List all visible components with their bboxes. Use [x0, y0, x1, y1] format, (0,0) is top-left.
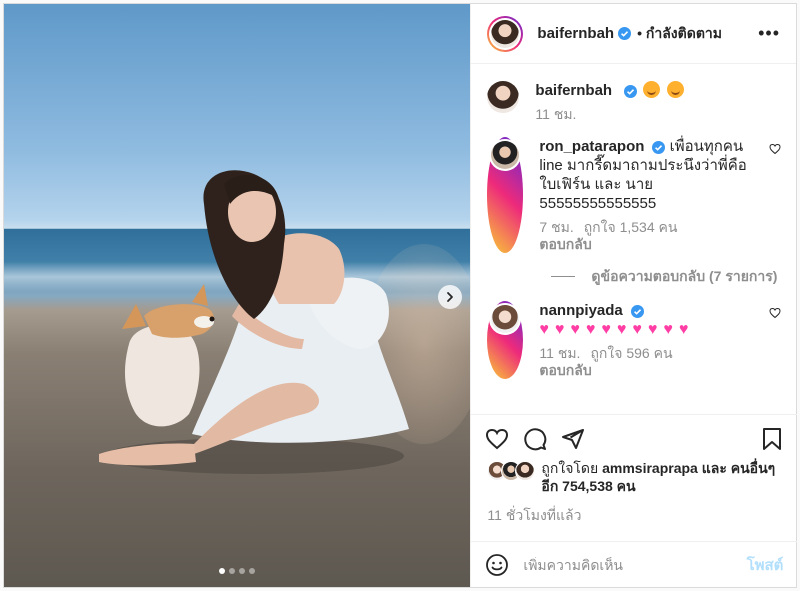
- following-button[interactable]: กำลังติดตาม: [646, 25, 722, 41]
- avatar: [491, 305, 520, 333]
- pink-heart-icon: ♥: [539, 321, 549, 338]
- pink-heart-icon: ♥: [632, 321, 642, 338]
- more-options-button[interactable]: •••: [758, 23, 780, 44]
- carousel-indicator: [219, 568, 255, 574]
- carousel-dot: [219, 568, 225, 574]
- verified-badge-icon: [624, 84, 638, 98]
- post-frame: baifernbah • กำลังติดตาม ••• baifernbah …: [3, 3, 798, 588]
- carousel-dot: [239, 568, 245, 574]
- avatar: [487, 81, 520, 113]
- carousel-dot: [229, 568, 235, 574]
- author-username[interactable]: baifernbah: [537, 25, 614, 42]
- pink-heart-icon: ♥: [678, 321, 689, 338]
- avatar: [515, 461, 536, 481]
- comment-avatar[interactable]: [487, 301, 524, 379]
- post-actions-section: ถูกใจโดย ammsiraprapa และ คนอื่นๆ อีก 75…: [471, 414, 798, 527]
- caption-avatar[interactable]: [487, 81, 520, 123]
- like-comment-icon[interactable]: [769, 307, 781, 319]
- action-bar: [471, 415, 797, 459]
- comment-username[interactable]: nannpiyada: [539, 302, 622, 319]
- avatar: [491, 141, 520, 169]
- follow-status: • กำลังติดตาม: [637, 24, 723, 41]
- liked-by[interactable]: ถูกใจโดย ammsiraprapa และ คนอื่นๆ อีก 75…: [471, 459, 797, 495]
- post-header: baifernbah • กำลังติดตาม •••: [471, 4, 796, 64]
- comments-list[interactable]: baifernbah 11 ชม. ron_patarapon เพื่อนทุ…: [471, 65, 797, 413]
- view-replies-button[interactable]: ดูข้อความตอบกลับ (7 รายการ): [551, 267, 781, 285]
- comment-time: 7 ชม.: [539, 219, 574, 235]
- comment-avatar[interactable]: [487, 137, 524, 253]
- next-photo-button[interactable]: [438, 285, 462, 309]
- chevron-right-icon: [447, 292, 453, 302]
- comment-time: 11 ชม.: [539, 345, 581, 361]
- verified-badge-icon: [618, 27, 632, 40]
- pink-heart-icon: ♥: [663, 321, 673, 338]
- comment-item: nannpiyada ♥ ♥ ♥ ♥ ♥ ♥ ♥ ♥ ♥ ♥ 11 ชม. ถูกใจ 596 คน…: [487, 301, 781, 379]
- reply-button[interactable]: ตอบกลับ: [539, 236, 751, 253]
- liked-by-prefix: ถูกใจโดย: [541, 460, 599, 476]
- pink-heart-icon: ♥: [554, 321, 565, 338]
- story-ring[interactable]: [487, 15, 524, 52]
- liked-by-and: และ: [701, 460, 727, 476]
- divider: [551, 275, 576, 277]
- reply-button[interactable]: ตอบกลับ: [539, 362, 751, 379]
- post-photo[interactable]: [4, 4, 471, 587]
- pink-heart-icon: ♥: [585, 321, 596, 338]
- comment-item: ron_patarapon เพื่อนทุกคน line มากรี๊ดมา…: [487, 137, 781, 253]
- caption-username[interactable]: baifernbah: [535, 82, 612, 99]
- share-icon[interactable]: [561, 427, 585, 451]
- like-icon[interactable]: [485, 427, 509, 451]
- comment-username[interactable]: ron_patarapon: [539, 138, 644, 155]
- post-sidebar: baifernbah • กำลังติดตาม ••• baifernbah …: [470, 4, 798, 587]
- post-timestamp[interactable]: 11 ชั่วโมงที่แล้ว: [471, 495, 797, 527]
- liked-by-user[interactable]: ammsiraprapa: [602, 460, 698, 476]
- emoji-icon[interactable]: [485, 553, 509, 577]
- pink-heart-icon: ♥: [616, 321, 627, 338]
- like-comment-icon[interactable]: [769, 143, 781, 155]
- verified-badge-icon: [652, 140, 666, 154]
- comment-text: ♥ ♥ ♥ ♥ ♥ ♥ ♥ ♥ ♥ ♥: [539, 321, 694, 338]
- avatar: [491, 19, 520, 48]
- pink-heart-icon: ♥: [570, 321, 580, 338]
- add-comment-bar: โพสต์: [471, 541, 798, 587]
- liked-by-avatars: [487, 461, 541, 483]
- post-comment-button[interactable]: โพสต์: [747, 553, 784, 577]
- pink-heart-icon: ♥: [601, 321, 611, 338]
- smiling-face-icon: [643, 81, 661, 98]
- caption: baifernbah 11 ชม.: [487, 81, 781, 123]
- bookmark-icon[interactable]: [761, 427, 783, 451]
- comment-likes[interactable]: ถูกใจ 596 คน: [590, 345, 672, 361]
- comment-input[interactable]: [523, 556, 747, 573]
- caption-time: 11 ชม.: [535, 106, 577, 122]
- smiling-face-icon: [666, 81, 684, 98]
- view-replies-label: ดูข้อความตอบกลับ (7 รายการ): [591, 268, 778, 284]
- verified-badge-icon: [630, 304, 644, 318]
- photo-scene: [99, 170, 409, 474]
- comment-likes[interactable]: ถูกใจ 1,534 คน: [584, 219, 678, 235]
- pink-heart-icon: ♥: [647, 321, 658, 338]
- carousel-dot: [249, 568, 255, 574]
- comment-icon[interactable]: [523, 427, 547, 451]
